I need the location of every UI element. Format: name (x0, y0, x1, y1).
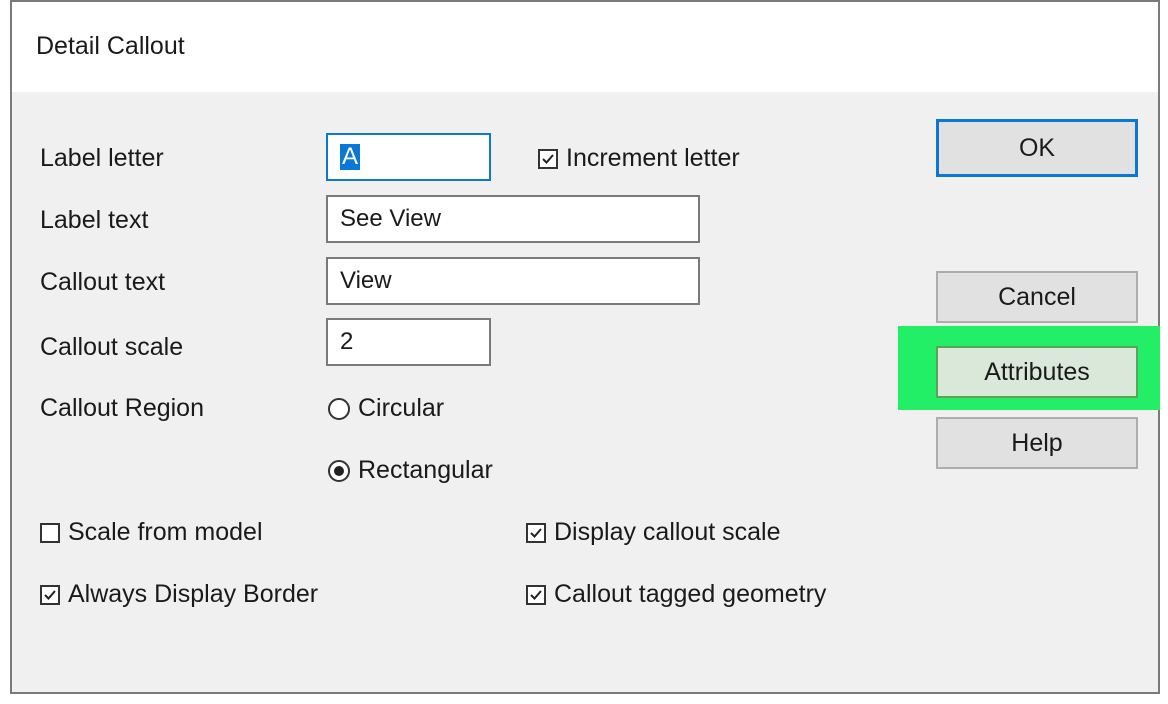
callout-scale-input[interactable]: 2 (326, 318, 491, 366)
scale-from-model-label: Scale from model (68, 518, 263, 546)
radio-selected-icon (328, 459, 350, 482)
increment-letter-label: Increment letter (566, 144, 740, 172)
callout-scale-value: 2 (340, 328, 354, 355)
bottom-edge (0, 694, 1168, 704)
display-callout-scale-checkbox[interactable]: Display callout scale (526, 518, 781, 547)
radio-circular[interactable]: Circular (328, 394, 444, 423)
display-callout-scale-label: Display callout scale (554, 518, 781, 546)
increment-letter-checkbox[interactable]: Increment letter (538, 144, 740, 173)
checkbox-empty-icon (40, 522, 60, 543)
callout-region-label: Callout Region (40, 394, 204, 422)
checkmark-icon (538, 148, 558, 169)
radio-circular-label: Circular (358, 394, 445, 422)
label-text-value: See View (340, 205, 441, 232)
checkmark-icon (40, 584, 60, 605)
callout-scale-label: Callout scale (40, 333, 184, 361)
always-display-border-label: Always Display Border (68, 580, 319, 608)
radio-rectangular-label: Rectangular (358, 456, 493, 484)
radio-rectangular[interactable]: Rectangular (328, 456, 493, 485)
checkmark-icon (526, 584, 546, 605)
cancel-button[interactable]: Cancel (936, 271, 1138, 323)
label-letter-value: A (340, 143, 361, 170)
always-display-border-checkbox[interactable]: Always Display Border (40, 580, 318, 609)
radio-empty-icon (328, 397, 350, 420)
callout-text-value: View (340, 267, 392, 294)
callout-text-label: Callout text (40, 268, 166, 296)
checkmark-icon (526, 522, 546, 543)
ok-button[interactable]: OK (936, 119, 1138, 177)
label-text-input[interactable]: See View (326, 195, 700, 243)
label-letter-input[interactable]: A (326, 133, 491, 181)
attributes-button[interactable]: Attributes (936, 346, 1138, 398)
label-text-label: Label text (40, 206, 149, 234)
help-button[interactable]: Help (936, 417, 1138, 469)
label-letter-label: Label letter (40, 144, 164, 172)
dialog-title: Detail Callout (36, 32, 185, 60)
callout-tagged-geometry-label: Callout tagged geometry (554, 580, 827, 608)
callout-tagged-geometry-checkbox[interactable]: Callout tagged geometry (526, 580, 826, 609)
scale-from-model-checkbox[interactable]: Scale from model (40, 518, 263, 547)
callout-text-input[interactable]: View (326, 257, 700, 305)
title-bar: Detail Callout (12, 2, 1158, 92)
